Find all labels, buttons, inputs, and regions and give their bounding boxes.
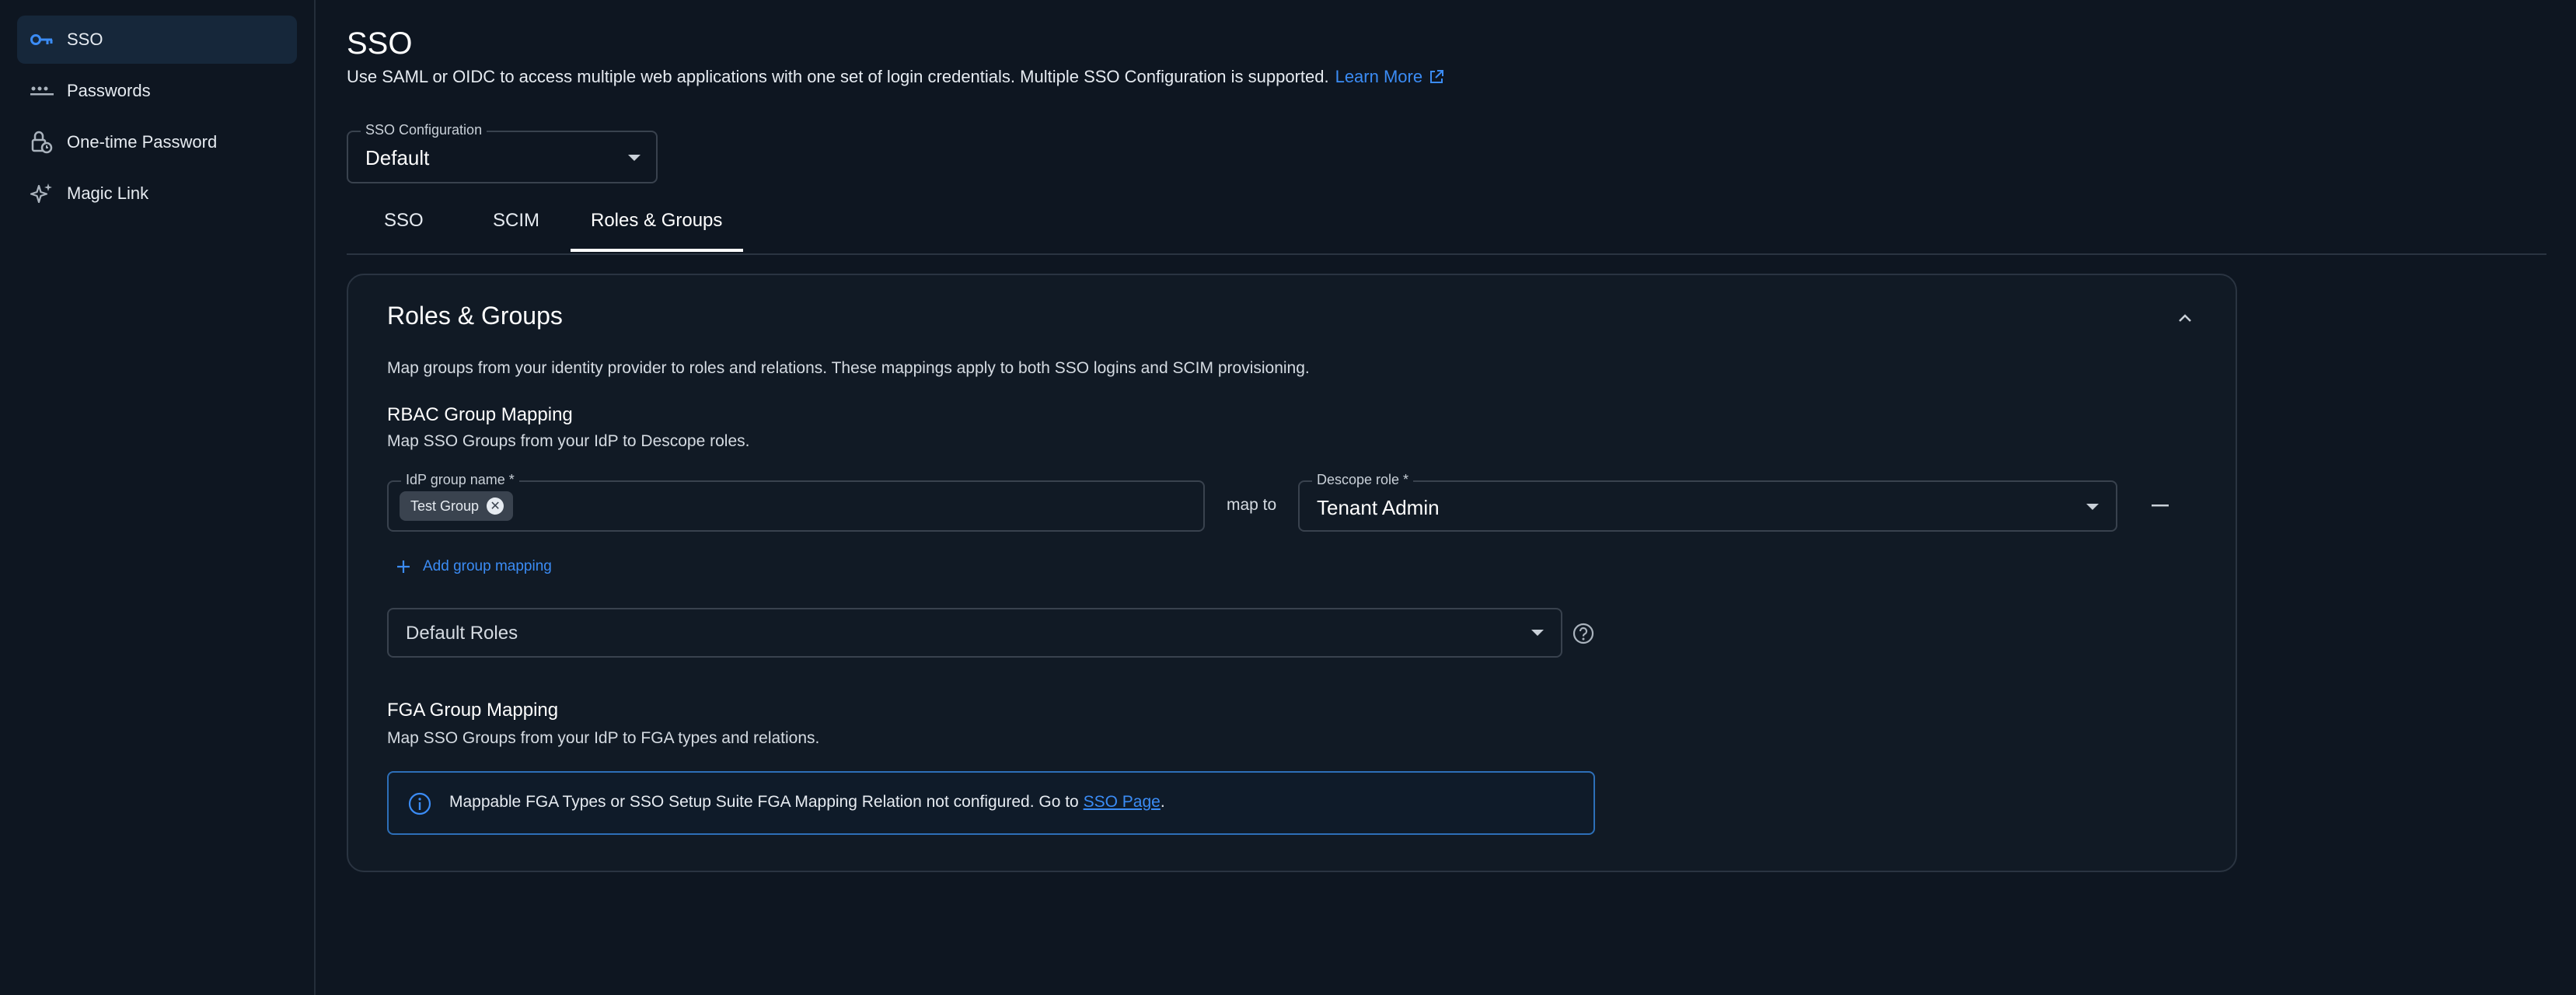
- page-title: SSO: [347, 26, 413, 61]
- fga-info-suffix: .: [1160, 793, 1165, 811]
- key-icon: [28, 26, 56, 54]
- idp-group-name-label: IdP group name *: [401, 472, 519, 488]
- card-title: Roles & Groups: [387, 302, 563, 330]
- sidebar-item-label: Passwords: [67, 81, 151, 100]
- sidebar: SSO Passwords One-time Password Magic Li…: [0, 0, 316, 995]
- tab-scim[interactable]: SCIM: [493, 210, 539, 232]
- info-icon: [408, 792, 431, 815]
- card-description: Map groups from your identity provider t…: [387, 359, 1310, 377]
- lock-clock-icon: [28, 128, 56, 156]
- idp-group-name-field[interactable]: IdP group name * Test Group ✕: [387, 472, 1205, 532]
- chevron-down-icon: [1531, 630, 1544, 636]
- page-subtitle: Use SAML or OIDC to access multiple web …: [347, 67, 1444, 87]
- sso-page-link[interactable]: SSO Page: [1084, 793, 1161, 811]
- sidebar-item-sso[interactable]: SSO: [17, 16, 297, 64]
- sso-configuration-label: SSO Configuration: [361, 122, 487, 138]
- fga-info-text: Mappable FGA Types or SSO Setup Suite FG…: [449, 793, 1079, 811]
- subtitle-text: Use SAML or OIDC to access multiple web …: [347, 67, 1329, 86]
- fga-info-alert: Mappable FGA Types or SSO Setup Suite FG…: [387, 771, 1595, 835]
- plus-icon: [397, 560, 410, 573]
- help-icon[interactable]: [1572, 622, 1595, 645]
- external-link-icon: [1430, 70, 1444, 83]
- sidebar-item-label: SSO: [67, 30, 103, 49]
- map-to-label: map to: [1227, 496, 1277, 514]
- sparkle-icon: [28, 180, 56, 208]
- sidebar-item-magic-link[interactable]: Magic Link: [17, 169, 297, 218]
- fga-section-description: Map SSO Groups from your IdP to FGA type…: [387, 729, 820, 747]
- rbac-section-description: Map SSO Groups from your IdP to Descope …: [387, 432, 750, 450]
- default-roles-placeholder: Default Roles: [406, 623, 518, 644]
- default-roles-select[interactable]: Default Roles: [387, 608, 1562, 658]
- descope-role-value: Tenant Admin: [1317, 496, 1440, 519]
- learn-more-link[interactable]: Learn More: [1335, 67, 1445, 87]
- sso-configuration-select[interactable]: SSO Configuration Default: [347, 122, 658, 183]
- learn-more-label: Learn More: [1335, 67, 1423, 86]
- remove-chip-icon[interactable]: ✕: [487, 498, 504, 515]
- active-tab-indicator: [571, 249, 743, 252]
- password-dots-icon: [28, 77, 56, 105]
- chevron-down-icon: [628, 155, 641, 161]
- tab-roles-groups[interactable]: Roles & Groups: [591, 210, 722, 232]
- chevron-down-icon: [2086, 504, 2099, 510]
- descope-role-select[interactable]: Descope role * Tenant Admin: [1298, 472, 2117, 532]
- fga-section-title: FGA Group Mapping: [387, 700, 559, 721]
- fga-info-message: Mappable FGA Types or SSO Setup Suite FG…: [449, 793, 1165, 812]
- chevron-up-icon[interactable]: [2173, 306, 2197, 330]
- tab-bar: SSO SCIM Roles & Groups: [347, 197, 2546, 255]
- sso-configuration-value: Default: [365, 146, 430, 169]
- descope-role-label: Descope role *: [1312, 472, 1414, 488]
- sidebar-item-passwords[interactable]: Passwords: [17, 67, 297, 115]
- sidebar-item-label: Magic Link: [67, 183, 149, 203]
- add-group-mapping-label: Add group mapping: [423, 558, 552, 574]
- add-group-mapping-button[interactable]: Add group mapping: [396, 558, 552, 575]
- remove-mapping-icon[interactable]: [2150, 499, 2170, 511]
- rbac-section-title: RBAC Group Mapping: [387, 404, 573, 425]
- sidebar-item-label: One-time Password: [67, 132, 218, 152]
- sidebar-item-one-time-password[interactable]: One-time Password: [17, 118, 297, 166]
- main-content: SSO Use SAML or OIDC to access multiple …: [347, 0, 2576, 995]
- roles-groups-card: Roles & Groups Map groups from your iden…: [347, 274, 2237, 872]
- tab-sso[interactable]: SSO: [384, 210, 424, 232]
- group-chip-label: Test Group: [410, 498, 480, 514]
- group-chip: Test Group ✕: [400, 491, 514, 521]
